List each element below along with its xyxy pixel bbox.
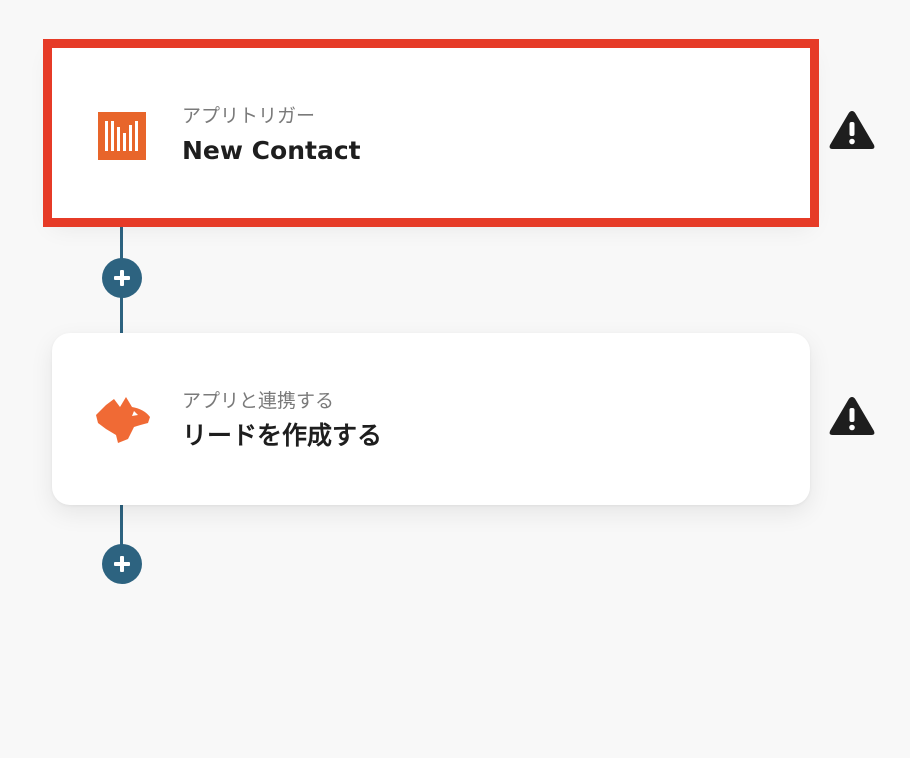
warning-icon[interactable] bbox=[827, 108, 877, 152]
trigger-step-card[interactable]: アプリトリガー New Contact bbox=[43, 39, 819, 227]
action-step-card[interactable]: アプリと連携する リードを作成する bbox=[52, 333, 810, 505]
step-title: New Contact bbox=[182, 136, 361, 165]
add-step-button[interactable] bbox=[102, 258, 142, 298]
step-type-label: アプリと連携する bbox=[182, 390, 335, 412]
step-title: リードを作成する bbox=[182, 421, 383, 450]
add-step-button[interactable] bbox=[102, 544, 142, 584]
plus-icon bbox=[114, 270, 130, 286]
bar-logo-icon bbox=[98, 112, 146, 164]
step-type-label: アプリトリガー bbox=[182, 105, 316, 127]
fox-logo-icon bbox=[92, 393, 154, 449]
plus-icon bbox=[114, 556, 130, 572]
warning-icon[interactable] bbox=[827, 394, 877, 438]
